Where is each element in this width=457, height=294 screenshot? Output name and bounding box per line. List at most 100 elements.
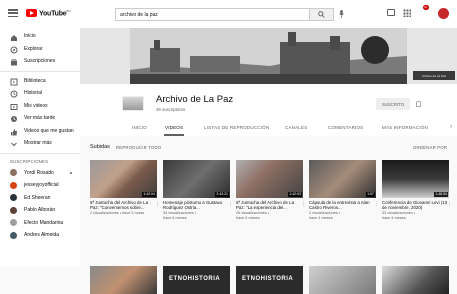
sidebar-item-label: Explorar	[24, 45, 43, 52]
tab-comments[interactable]: COMENTARIOS	[328, 125, 363, 130]
top-bar: YouTubeBO archivo de la paz 9+	[0, 0, 457, 28]
sidebar-item-suscripciones[interactable]: Suscripciones	[0, 55, 80, 68]
subscribed-button[interactable]: SUSCRITO	[376, 98, 410, 110]
history-icon	[10, 90, 18, 98]
chevron-down-icon	[10, 140, 17, 147]
logo-region: BO	[66, 9, 71, 13]
active-tab-indicator	[164, 134, 184, 136]
banner-photo	[130, 28, 407, 84]
thumbnail-text: ETNOHISTORIA	[242, 276, 294, 282]
channel-avatar	[10, 181, 17, 189]
subscription-item[interactable]: Efecto Mandarina	[0, 217, 80, 230]
sidebar-item-explorar[interactable]: Explorar	[0, 43, 80, 56]
sort-button[interactable]: ORDENAR POR	[413, 145, 447, 150]
video-card[interactable]: 2:43:21 Homenaje póstumo a Gustavo Rodríg…	[163, 160, 233, 221]
sidebar-item-biblioteca[interactable]: Biblioteca	[0, 75, 80, 88]
video-age: hace 4 meses	[309, 216, 333, 221]
video-duration: 1:42:03	[288, 192, 302, 197]
library-icon	[10, 78, 18, 86]
tab-about[interactable]: MÁS INFORMACIÓN	[382, 125, 428, 130]
video-title[interactable]: 5ª Juntucha del Archivo de La Paz: "La e…	[236, 200, 303, 210]
mic-icon[interactable]	[339, 10, 344, 18]
video-thumbnail[interactable]	[90, 266, 157, 294]
sidebar-item-label: Biblioteca	[24, 77, 46, 84]
sidebar-item-mis-videos[interactable]: Mis videos	[0, 100, 80, 113]
chevron-right-icon[interactable]: ›	[450, 124, 452, 130]
youtube-logo[interactable]: YouTubeBO	[26, 9, 71, 18]
subscriptions-header: SUSCRIPCIONES	[10, 159, 49, 164]
video-duration: 2:43:21	[215, 192, 229, 197]
video-card[interactable]: 1:42:04 6ª Juntucha del Archivo de La Paz…	[90, 160, 160, 216]
video-thumbnail[interactable]: 1:42:04	[90, 160, 157, 198]
video-thumbnail[interactable]	[309, 266, 376, 294]
video-thumbnail[interactable]: ETNOHISTORIA	[163, 266, 230, 294]
thumbnail-text: ETNOHISTORIA	[169, 276, 221, 282]
sidebar-item-mostrar-más[interactable]: Mostrar más	[0, 137, 80, 150]
subscription-item[interactable]: Yordi Rosado	[0, 167, 80, 180]
video-card[interactable]: 1:42:03 5ª Juntucha del Archivo de La Paz…	[236, 160, 306, 221]
more-actions-icon[interactable]: ⋮	[228, 201, 233, 207]
channel-avatar	[10, 194, 17, 202]
video-card[interactable]: 1:48:53 Conferencia de Giovanni Levi (13 …	[382, 160, 452, 221]
notifications-icon[interactable]	[419, 9, 433, 17]
channel-avatar	[10, 169, 17, 177]
video-thumbnail[interactable]: ETNOHISTORIA	[236, 266, 303, 294]
channel-tabs: INICIO VIDEOS LISTAS DE REPRODUCCIÓN CAN…	[80, 122, 457, 136]
create-video-icon[interactable]	[387, 9, 395, 16]
subscription-label: Ed Sheeran	[24, 194, 51, 201]
sidebar-divider	[0, 70, 80, 72]
video-duration: 1:48:53	[434, 192, 448, 197]
play-all-button[interactable]: REPRODUCIR TODO	[116, 145, 161, 150]
video-thumbnail[interactable]: 1:42:03	[236, 160, 303, 198]
new-content-dot	[69, 171, 72, 174]
apps-icon[interactable]	[403, 9, 411, 17]
more-actions-icon[interactable]: ⋮	[447, 201, 452, 207]
sidebar-item-historial[interactable]: Historial	[0, 87, 80, 100]
video-age: hace 4 meses	[382, 216, 406, 221]
channel-page: Archivo de La Paz Archivo de La Paz 49 s…	[80, 28, 457, 294]
subscription-item[interactable]: Ed Sheeran	[0, 192, 80, 205]
bell-icon[interactable]	[416, 101, 421, 107]
sidebar: Inicio Explorar Suscripciones Biblioteca His…	[0, 28, 80, 266]
more-actions-icon[interactable]: ⋮	[155, 201, 160, 207]
channel-avatar	[10, 206, 17, 214]
video-title[interactable]: Homenaje póstumo a Gustavo Rodríguez Ost…	[163, 200, 230, 210]
video-thumbnail[interactable]	[382, 266, 449, 294]
tab-playlists[interactable]: LISTAS DE REPRODUCCIÓN	[204, 125, 269, 130]
more-actions-icon[interactable]: ⋮	[301, 201, 306, 207]
uploads-header: Subidas REPRODUCIR TODO ORDENAR POR	[80, 142, 457, 154]
sidebar-divider	[0, 152, 80, 154]
subscription-label: Andres Almeida	[24, 232, 60, 239]
video-thumbnail[interactable]: 1:57	[309, 160, 376, 198]
video-thumbnail[interactable]: 1:48:53	[382, 160, 449, 198]
subscriptions-icon	[10, 58, 17, 66]
tab-inicio[interactable]: INICIO	[132, 125, 147, 130]
sidebar-item-inicio[interactable]: Inicio	[0, 30, 80, 43]
subscription-item[interactable]: Pablo Alborán	[0, 204, 80, 217]
video-card[interactable]: 1:57 Cápsula de la entrevista a Alan Cast…	[309, 160, 379, 221]
tab-channels[interactable]: CANALES	[285, 125, 307, 130]
menu-icon[interactable]	[8, 9, 18, 17]
subscription-item[interactable]: jesseyjoyofficial	[0, 179, 80, 192]
video-thumbnail[interactable]: 2:43:21	[163, 160, 230, 198]
video-title[interactable]: Conferencia de Giovanni Levi (13 de novi…	[382, 200, 449, 210]
video-title[interactable]: 6ª Juntucha del Archivo de La Paz: "Conv…	[90, 200, 157, 210]
channel-name: Archivo de La Paz	[156, 94, 234, 105]
channel-avatar	[10, 231, 17, 239]
more-actions-icon[interactable]: ⋮	[374, 201, 379, 207]
video-title[interactable]: Cápsula de la entrevista a Alan Castro R…	[309, 200, 376, 210]
tab-videos[interactable]: VIDEOS	[165, 125, 183, 130]
logo-text: YouTube	[39, 10, 67, 18]
search-input[interactable]: archivo de la paz	[115, 8, 310, 21]
sidebar-item-videos-que-me-gustan[interactable]: Videos que me gustan	[0, 125, 80, 138]
video-duration: 1:57	[366, 192, 375, 197]
search-button[interactable]	[310, 8, 334, 21]
subscription-item[interactable]: Andres Almeida	[0, 229, 80, 242]
search-icon	[318, 11, 325, 18]
subscriber-count: 49 suscriptores	[156, 107, 186, 112]
subscription-label: Yordi Rosado	[24, 169, 54, 176]
city-photo	[130, 28, 407, 84]
sidebar-item-ver-más-tarde[interactable]: Ver más tarde	[0, 112, 80, 125]
account-avatar[interactable]	[438, 8, 449, 19]
channel-banner: Archivo de La Paz	[80, 28, 457, 84]
